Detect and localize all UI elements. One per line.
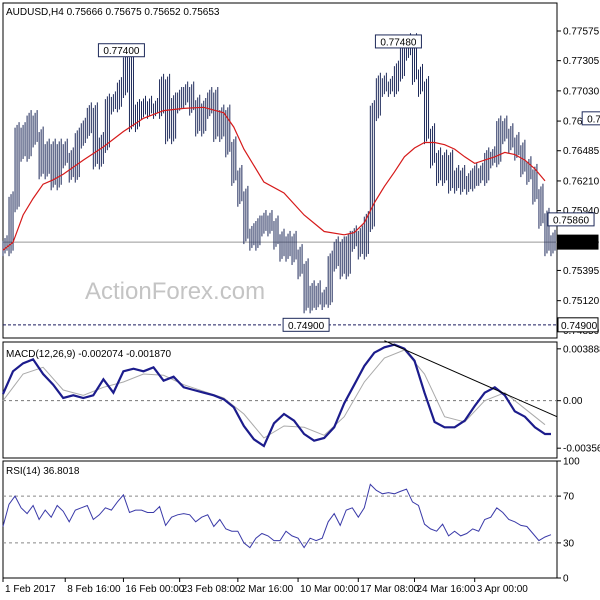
- x-tick-label: 23 Feb 08:00: [182, 584, 241, 595]
- rsi-panel-frame: [2, 460, 558, 579]
- x-tick-label: 24 Mar 16:00: [416, 584, 475, 595]
- rsi-y-tick-label: 70: [563, 492, 575, 503]
- price-y-tick-label: 0.77305: [563, 56, 600, 67]
- price-annotation-label: 0.77400: [103, 46, 140, 57]
- watermark: ActionForex.com: [85, 278, 265, 305]
- x-tick-label: 10 Mar 00:00: [300, 584, 359, 595]
- x-tick-label: 16 Feb 00:00: [125, 584, 184, 595]
- price-y-tick-label: 0.77030: [563, 86, 600, 97]
- macd-y-tick-label: -0.003564: [563, 444, 600, 455]
- x-tick-label: 2 Mar 16:00: [240, 584, 294, 595]
- price-y-tick-label: 0.75120: [563, 296, 600, 307]
- current-price-flag-label: 0.75653: [561, 238, 598, 249]
- macd-y-tick-label: 0.003888: [563, 344, 600, 355]
- chart-canvas: ActionForex.com AUDUSD,H4 0.75666 0.7567…: [1, 2, 600, 595]
- symbol-header: AUDUSD,H4 0.75666 0.75675 0.75652 0.7565…: [6, 7, 220, 18]
- x-tick-label: 8 Feb 16:00: [67, 584, 121, 595]
- macd-y-tick-label: 0.00: [563, 396, 583, 407]
- price-y-tick-label: 0.76485: [563, 146, 600, 157]
- rsi-y-tick-label: 100: [563, 457, 580, 468]
- price-annotation-label: 0.77480: [380, 37, 417, 48]
- price-y-tick-label: 0.75395: [563, 266, 600, 277]
- price-annotation-label: 0.76780: [587, 114, 600, 125]
- macd-trendline: [384, 340, 558, 418]
- macd-label: MACD(12,26,9) -0.002074 -0.001870: [6, 349, 172, 360]
- rsi-line: [2, 483, 552, 549]
- price-y-tick-label: 0.76210: [563, 176, 600, 187]
- support-line-flag-label: 0.74900: [561, 321, 598, 332]
- price-annotation-label: 0.74900: [288, 321, 325, 332]
- price-annotation-label: 0.75860: [553, 215, 590, 226]
- rsi-label: RSI(14) 36.8018: [6, 466, 80, 477]
- rsi-y-tick-label: 0: [563, 574, 569, 585]
- x-tick-label: 17 Mar 08:00: [360, 584, 419, 595]
- x-tick-label: 1 Feb 2017: [5, 584, 56, 595]
- x-tick-label: 3 Apr 00:00: [477, 584, 529, 595]
- price-y-tick-label: 0.77575: [563, 27, 600, 38]
- label-layer: 0.775750.773050.770300.767550.764850.762…: [5, 27, 600, 595]
- rsi-y-tick-label: 30: [563, 538, 575, 549]
